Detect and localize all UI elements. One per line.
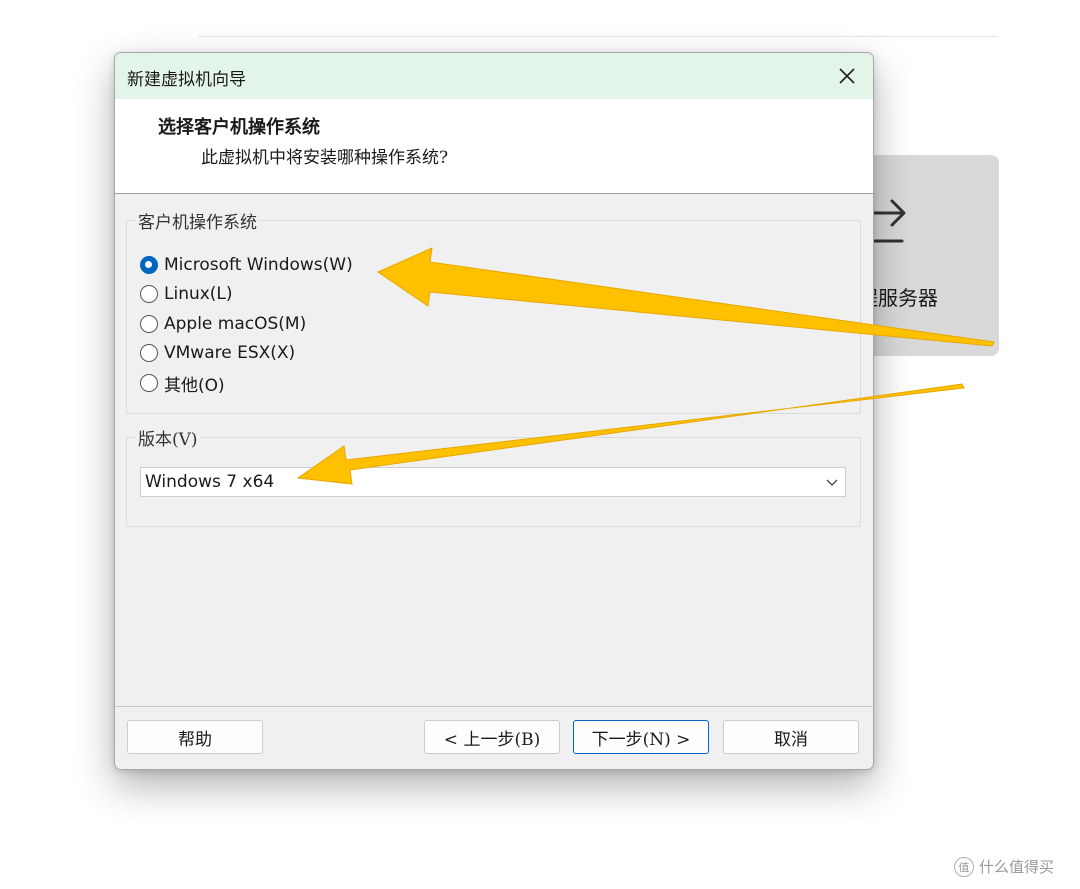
version-group: 版本(V) Windows 7 x64 [126, 425, 861, 527]
version-group-legend: 版本(V) [135, 425, 201, 450]
os-option-label: Microsoft Windows(W) [164, 255, 353, 275]
os-option-label: VMware ESX(X) [164, 343, 296, 363]
watermark-text: 什么值得买 [979, 858, 1055, 876]
os-option-label: Apple macOS(M) [164, 314, 307, 334]
dialog-title: 新建虚拟机向导 [127, 70, 246, 90]
guest-os-group-legend: 客户机操作系统 [135, 208, 260, 233]
next-button[interactable]: 下一步(N) > [573, 720, 709, 754]
watermark: 值 什么值得买 [954, 856, 1054, 877]
radio-button[interactable] [140, 344, 158, 362]
os-option-label: 其他(O) [164, 375, 225, 396]
os-option-linux[interactable]: Linux(L) [140, 281, 233, 307]
background-divider-line [198, 36, 998, 37]
os-option-label: Linux(L) [164, 284, 233, 304]
page-title: 选择客户机操作系统 [158, 117, 320, 138]
os-option-esx[interactable]: VMware ESX(X) [140, 340, 295, 366]
radio-button[interactable] [140, 374, 158, 392]
cancel-button-label: 取消 [774, 729, 808, 750]
dialog-titlebar[interactable]: 新建虚拟机向导 [115, 53, 873, 99]
close-button[interactable] [821, 53, 873, 99]
new-vm-wizard-dialog: 新建虚拟机向导 选择客户机操作系统 此虚拟机中将安装哪种操作系统? 客户机操作系… [114, 52, 874, 770]
close-icon [839, 68, 855, 84]
radio-button-checked[interactable] [140, 256, 158, 274]
help-button[interactable]: 帮助 [127, 720, 263, 754]
wizard-header: 选择客户机操作系统 此虚拟机中将安装哪种操作系统? [115, 99, 873, 194]
footer-divider [115, 706, 873, 707]
os-option-windows[interactable]: Microsoft Windows(W) [140, 252, 353, 278]
cancel-button[interactable]: 取消 [723, 720, 859, 754]
version-select-value: Windows 7 x64 [145, 472, 275, 492]
radio-button[interactable] [140, 285, 158, 303]
radio-button[interactable] [140, 315, 158, 333]
chevron-down-icon [826, 479, 838, 486]
page-subtitle: 此虚拟机中将安装哪种操作系统? [201, 148, 449, 168]
watermark-logo-icon: 值 [954, 856, 974, 877]
help-button-label: 帮助 [178, 729, 212, 750]
next-button-label: 下一步(N) > [591, 729, 691, 750]
back-button[interactable]: < 上一步(B) [424, 720, 560, 754]
background-remote-server-card[interactable]: 程服务器 [858, 155, 999, 356]
guest-os-group: 客户机操作系统 Microsoft Windows(W) Linux(L) Ap… [126, 208, 861, 414]
os-option-other[interactable]: 其他(O) [140, 370, 225, 396]
version-select[interactable]: Windows 7 x64 [140, 467, 846, 497]
back-button-label: < 上一步(B) [443, 729, 541, 750]
connect-arrow-icon [870, 199, 906, 243]
os-option-macos[interactable]: Apple macOS(M) [140, 311, 306, 337]
